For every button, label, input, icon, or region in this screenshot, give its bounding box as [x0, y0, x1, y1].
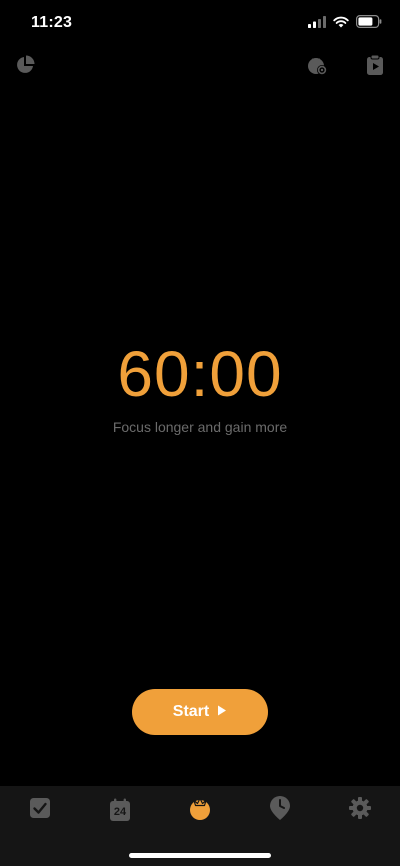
play-icon: [217, 703, 227, 721]
status-bar: 11:23: [0, 0, 400, 48]
tomato-icon: [187, 796, 213, 825]
tab-history[interactable]: [260, 795, 300, 826]
timer-display: 60:00: [117, 338, 283, 410]
tab-settings[interactable]: [340, 796, 380, 825]
top-toolbar: [0, 50, 400, 84]
cellular-signal-icon: [308, 15, 326, 33]
clipboard-play-icon[interactable]: [363, 53, 387, 77]
tab-calendar[interactable]: 24: [100, 797, 140, 823]
battery-icon: [356, 15, 382, 33]
status-time: 11:23: [31, 14, 73, 31]
timer-subtitle: Focus longer and gain more: [112, 419, 288, 435]
start-button-label: Start: [172, 703, 210, 720]
tab-tasks[interactable]: [20, 797, 60, 823]
clock-pin-icon: [269, 795, 291, 826]
wifi-icon: [333, 15, 349, 33]
tab-focus[interactable]: [180, 797, 220, 823]
status-icons: [308, 15, 382, 33]
checkbox-icon: [29, 797, 51, 824]
start-button[interactable]: Start: [132, 689, 268, 735]
stats-pie-icon[interactable]: [13, 53, 37, 77]
gear-icon: [348, 796, 372, 825]
tomato-settings-icon[interactable]: [305, 53, 329, 77]
home-indicator: [129, 853, 271, 858]
calendar-date-text: 24: [113, 806, 127, 818]
calendar-icon: 24: [109, 798, 131, 822]
